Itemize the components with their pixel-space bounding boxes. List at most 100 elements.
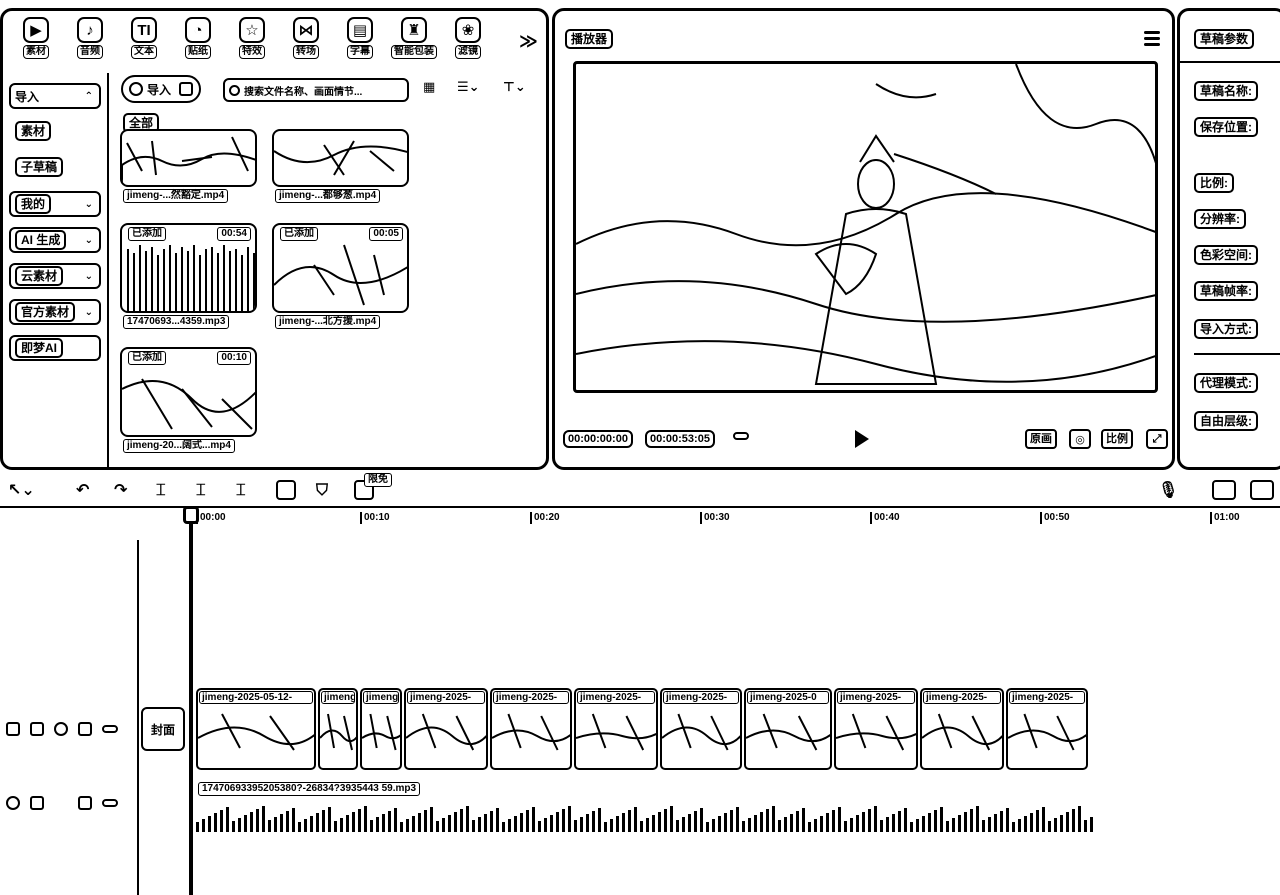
waveform-bar [826, 813, 829, 832]
media-item-name: jimeng-...然豁定.mp4 [123, 189, 229, 203]
video-clip[interactable]: jimeng-2025- [404, 688, 488, 770]
cover-button[interactable]: 封面 [141, 707, 185, 751]
tool-caption[interactable]: ▤ 字幕 [333, 17, 387, 59]
waveform-bar [316, 813, 319, 832]
tool-audio[interactable]: ♪ 音频 [63, 17, 117, 59]
menu-icon[interactable] [1144, 31, 1160, 49]
video-clip[interactable]: jimeng-2025- [490, 688, 572, 770]
video-clip[interactable]: jimeng [360, 688, 402, 770]
playhead[interactable] [189, 510, 193, 895]
media-item[interactable] [272, 129, 409, 187]
waveform-bar [358, 809, 361, 832]
sidebar-item-subdraft[interactable]: 子草稿 [15, 157, 64, 177]
clip-thumbnail [922, 713, 1002, 751]
tool-filter[interactable]: ❀ 滤镜 [441, 17, 495, 59]
delete-icon[interactable] [276, 480, 296, 500]
waveform-bar [628, 810, 631, 832]
undo-icon[interactable]: ↶ [76, 482, 89, 500]
search-input[interactable]: 搜索文件名称、画面情节... [223, 78, 409, 102]
play-button[interactable] [855, 430, 869, 448]
sidebar-item-mine[interactable]: 我的 ⌄ [9, 191, 101, 217]
sidebar-item-jimeng[interactable]: 即梦AI [9, 335, 101, 361]
waveform-bar [1072, 809, 1075, 832]
sidebar-item-media[interactable]: 素材 [15, 121, 52, 141]
audio-track[interactable]: 17470693395205380?-26834?3935443 59.mp3 [196, 780, 1096, 834]
clip-thumbnail [836, 713, 916, 751]
lock-icon[interactable] [30, 796, 44, 810]
eye-icon[interactable] [54, 722, 68, 736]
sort-icon[interactable]: ☰⌄ [457, 79, 480, 95]
volume-icon[interactable] [78, 722, 92, 736]
transition-icon: ⋈ [293, 17, 319, 43]
waveform-bar [322, 810, 325, 832]
select-tool-icon[interactable]: ↖⌄ [8, 482, 35, 500]
sidebar-item-official[interactable]: 官方素材 ⌄ [9, 299, 101, 325]
audio-waveform [196, 806, 1093, 832]
timecode-mode-icon[interactable] [733, 432, 749, 440]
waveform-bar [862, 812, 865, 832]
video-clip[interactable]: jimeng-2025- [660, 688, 742, 770]
tool-media[interactable]: ▶ 素材 [9, 17, 63, 59]
cover-label: 封面 [150, 722, 175, 737]
import-button[interactable]: 导入 [121, 75, 202, 103]
video-clip[interactable]: jimeng-2025- [920, 688, 1004, 770]
tool-sticker[interactable]: ◔ 贴纸 [171, 17, 225, 59]
microphone-icon[interactable]: 🎙 [1158, 482, 1178, 500]
tool-transition[interactable]: ⋈ 转场 [279, 17, 333, 59]
media-item[interactable]: 已添加 00:10 [120, 347, 257, 437]
waveform-bar [364, 806, 367, 832]
tool-smart-pack[interactable]: ♜ 智能包装 [387, 17, 441, 59]
video-preview[interactable] [573, 61, 1158, 393]
focus-icon[interactable]: ◎ [1069, 429, 1091, 449]
media-item[interactable]: 已添加 00:05 [272, 223, 409, 313]
more-icon[interactable] [102, 799, 118, 807]
video-clip-name: jimeng-2025- [837, 691, 915, 704]
draft-params-panel: 草稿参数 草稿名称: 保存位置: 比例: 分辨率: 色彩空间: 草稿帧率: 导入… [1177, 8, 1280, 470]
video-clip[interactable]: jimeng-2025-05-12- [196, 688, 316, 770]
video-clip[interactable]: jimeng-2025- [834, 688, 918, 770]
grid-view-icon[interactable] [179, 82, 194, 96]
filter-icon[interactable]: ⊤⌄ [503, 79, 526, 95]
layout-icon[interactable]: ▦ [423, 79, 435, 95]
timeline-settings-icon[interactable] [1250, 480, 1274, 500]
redo-icon[interactable]: ↷ [114, 482, 127, 500]
waveform-bar [1000, 811, 1003, 832]
waveform-bar [1018, 819, 1021, 832]
split-icon[interactable]: ⌶ [156, 482, 166, 500]
tool-label: 转场 [293, 45, 319, 59]
volume-icon[interactable] [78, 796, 92, 810]
original-quality-button[interactable]: 原画 [1025, 429, 1057, 449]
waveform-bar [436, 821, 439, 832]
ratio-button[interactable]: 比例 [1101, 429, 1133, 449]
playhead-handle[interactable] [183, 506, 199, 524]
tool-text[interactable]: TI 文本 [117, 17, 171, 59]
tool-effects[interactable]: ☆ 特效 [225, 17, 279, 59]
video-clip[interactable]: jimeng-2025- [574, 688, 658, 770]
waveform-bar [382, 814, 385, 832]
added-badge: 已添加 [128, 227, 166, 241]
waveform-bar [1006, 808, 1009, 832]
timeline-layout-icon[interactable] [1212, 480, 1236, 500]
sidebar-item-cloud[interactable]: 云素材 ⌄ [9, 263, 101, 289]
fullscreen-icon[interactable]: ⤢ [1146, 429, 1168, 449]
sidebar-item-import[interactable]: 导入 ⌃ [9, 83, 101, 109]
video-clip[interactable]: jimeng-2025- [1006, 688, 1088, 770]
video-clip[interactable]: jimeng-2025-0 [744, 688, 832, 770]
more-icon[interactable] [102, 725, 118, 733]
waveform-bar [442, 818, 445, 832]
tool-label: 音频 [77, 45, 103, 59]
mark-icon[interactable]: ⛉ [316, 482, 328, 500]
media-item-audio[interactable]: 已添加 00:54 [120, 223, 257, 313]
sidebar-item-ai-gen[interactable]: AI 生成 ⌄ [9, 227, 101, 253]
media-item[interactable] [120, 129, 257, 187]
split-right-icon[interactable]: ⌶ [236, 482, 246, 500]
lock-icon[interactable] [30, 722, 44, 736]
waveform-bar [988, 817, 991, 832]
split-left-icon[interactable]: ⌶ [196, 482, 206, 500]
audio-clip-name: 17470693395205380?-26834?3935443 59.mp3 [198, 782, 421, 796]
timeline-ruler[interactable]: 00:00 00:10 00:20 00:30 00:40 00:50 01:0… [190, 508, 1280, 530]
video-clip[interactable]: jimeng [318, 688, 358, 770]
waveform-bar [976, 806, 979, 832]
more-tools-button[interactable]: ≫ [519, 31, 538, 52]
waveform-bar [766, 809, 769, 832]
